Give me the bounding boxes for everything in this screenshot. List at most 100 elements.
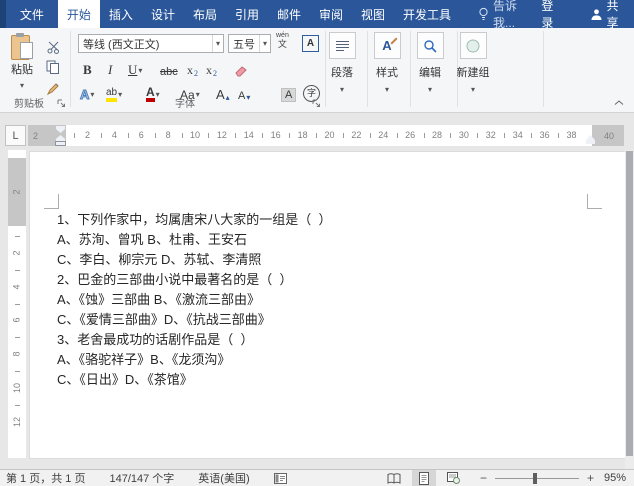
document-page[interactable]: 1、下列作家中，均属唐宋八大家的一组是（ ）A、苏洵、曾巩 B、杜甫、王安石C、… <box>30 152 625 458</box>
zoom-out-button[interactable] <box>480 471 487 485</box>
ruler-number: 16 <box>262 125 289 146</box>
group-separator <box>543 31 544 107</box>
document-line[interactable]: 2、巴金的三部曲小说中最著名的是（ ） <box>57 270 331 290</box>
person-icon <box>590 8 603 21</box>
copy-button[interactable] <box>46 56 60 74</box>
paste-label: 粘贴 <box>11 61 33 77</box>
vertical-ruler[interactable]: 2 24681012 <box>8 150 26 458</box>
tell-me-box[interactable]: 告诉我... <box>474 0 533 28</box>
ruler-number: 8 <box>155 125 182 146</box>
new-group-dropdown-arrow[interactable] <box>443 83 503 95</box>
document-line[interactable]: 3、老舍最成功的话剧作品是（ ） <box>57 330 331 350</box>
page-number-status[interactable]: 第 1 页，共 1 页 <box>6 470 85 486</box>
font-size-value: 五号 <box>233 36 255 52</box>
web-layout-icon <box>447 472 460 484</box>
superscript-x: x <box>206 63 212 78</box>
ribbon-tab-bar: 文件 开始 插入 设计 布局 引用 邮件 审阅 视图 开发工具 告诉我... 登… <box>0 0 634 28</box>
ruler-number: 12 <box>208 125 235 146</box>
bold-button[interactable]: B <box>83 60 92 78</box>
ruler-numbers: 2468101214161820222426283032343638 <box>66 125 592 146</box>
print-layout-button[interactable] <box>412 470 436 486</box>
zoom-control <box>480 471 594 485</box>
status-bar: 第 1 页，共 1 页 147/147 个字 英语(美国) 95% <box>0 469 634 486</box>
tab-view[interactable]: 视图 <box>352 0 394 28</box>
ruler-number: 36 <box>531 125 558 146</box>
tab-mailings[interactable]: 邮件 <box>268 0 310 28</box>
ruler-number: 34 <box>504 125 531 146</box>
font-name-combobox[interactable]: 等线 (西文正文) <box>78 34 224 53</box>
font-name-value: 等线 (西文正文) <box>83 36 159 52</box>
subscript-digit: 2 <box>194 69 198 78</box>
read-mode-icon <box>387 473 401 484</box>
italic-button[interactable]: I <box>108 60 112 78</box>
macro-icon <box>274 473 287 484</box>
macro-record-button[interactable] <box>274 473 287 484</box>
paragraph-group-button[interactable]: 段落 <box>317 32 367 95</box>
new-group-button[interactable]: 新建组 <box>443 32 503 95</box>
tab-design[interactable]: 设计 <box>142 0 184 28</box>
font-group-label: 字体 <box>70 95 300 110</box>
ruler-number: 24 <box>370 125 397 146</box>
underline-dropdown-arrow[interactable] <box>138 60 142 78</box>
tab-layout[interactable]: 布局 <box>184 0 226 28</box>
format-painter-icon <box>46 82 60 96</box>
sign-in-button[interactable]: 登录 <box>533 0 569 28</box>
ruler-number: 18 <box>289 125 316 146</box>
tab-insert[interactable]: 插入 <box>100 0 142 28</box>
phonetic-guide-button[interactable]: wén 文 <box>276 32 289 50</box>
tab-stop-selector[interactable]: L <box>5 125 26 146</box>
zoom-slider-thumb[interactable] <box>533 473 537 484</box>
document-line[interactable]: C、《日出》D、《茶馆》 <box>57 370 331 390</box>
document-line[interactable]: A、《蚀》三部曲 B、《激流三部由》 <box>57 290 331 310</box>
language-status[interactable]: 英语(美国) <box>198 470 249 486</box>
styles-icon: A <box>374 32 401 59</box>
document-line[interactable]: A、苏洵、曾巩 B、杜甫、王安石 <box>57 230 331 250</box>
paste-button[interactable]: 粘贴 <box>5 33 39 91</box>
ruler-number: 20 <box>316 125 343 146</box>
tab-review[interactable]: 审阅 <box>310 0 352 28</box>
document-text[interactable]: 1、下列作家中，均属唐宋八大家的一组是（ ）A、苏洵、曾巩 B、杜甫、王安石C、… <box>57 210 331 390</box>
horizontal-ruler[interactable]: 2 2468101214161820222426283032343638 40 <box>28 125 624 146</box>
ruler-number: 28 <box>424 125 451 146</box>
strikethrough-button[interactable]: abc <box>160 60 178 78</box>
new-group-icon <box>460 32 487 59</box>
left-indent-marker[interactable] <box>56 142 65 145</box>
ruler-number: 2 <box>74 125 101 146</box>
ruler-number: 4 <box>101 125 128 146</box>
subscript-button[interactable]: x2 <box>187 60 198 78</box>
clipboard-dialog-launcher[interactable] <box>57 99 67 109</box>
zoom-in-button[interactable] <box>587 471 594 485</box>
paste-dropdown-arrow[interactable] <box>20 79 24 91</box>
share-button[interactable]: 共享 <box>590 0 624 28</box>
paragraph-dropdown-arrow[interactable] <box>317 83 367 95</box>
document-line[interactable]: C、《爱情三部曲》D、《抗战三部曲》 <box>57 310 331 330</box>
ruler-number: 38 <box>558 125 585 146</box>
font-size-combobox[interactable]: 五号 <box>228 34 271 53</box>
font-name-dropdown-arrow[interactable] <box>212 35 223 52</box>
tab-developer[interactable]: 开发工具 <box>394 0 460 28</box>
font-dialog-launcher[interactable] <box>312 99 322 109</box>
font-size-dropdown-arrow[interactable] <box>259 35 270 52</box>
find-icon <box>417 32 444 59</box>
document-line[interactable]: 1、下列作家中，均属唐宋八大家的一组是（ ） <box>57 210 331 230</box>
copy-icon <box>46 60 60 74</box>
zoom-level[interactable]: 95% <box>604 472 626 484</box>
tab-file[interactable]: 文件 <box>6 0 58 28</box>
zoom-slider[interactable] <box>495 478 579 479</box>
vertical-scrollbar[interactable] <box>625 150 634 469</box>
tab-references[interactable]: 引用 <box>226 0 268 28</box>
web-layout-button[interactable] <box>442 470 466 486</box>
underline-button[interactable]: U <box>128 60 142 78</box>
document-line[interactable]: A、《骆驼祥子》B、《龙须沟》 <box>57 350 331 370</box>
cut-button[interactable] <box>46 36 61 54</box>
share-label: 共享 <box>607 0 624 31</box>
read-mode-button[interactable] <box>382 470 406 486</box>
tab-home[interactable]: 开始 <box>58 0 100 28</box>
format-painter-button[interactable] <box>46 78 60 96</box>
superscript-button[interactable]: x2 <box>206 60 217 78</box>
collapse-ribbon-button[interactable] <box>614 100 624 106</box>
scrollbar-thumb[interactable] <box>626 151 633 456</box>
document-line[interactable]: C、李白、柳宗元 D、苏轼、李清照 <box>57 250 331 270</box>
word-count-status[interactable]: 147/147 个字 <box>109 470 174 486</box>
clear-formatting-button[interactable] <box>233 59 250 77</box>
